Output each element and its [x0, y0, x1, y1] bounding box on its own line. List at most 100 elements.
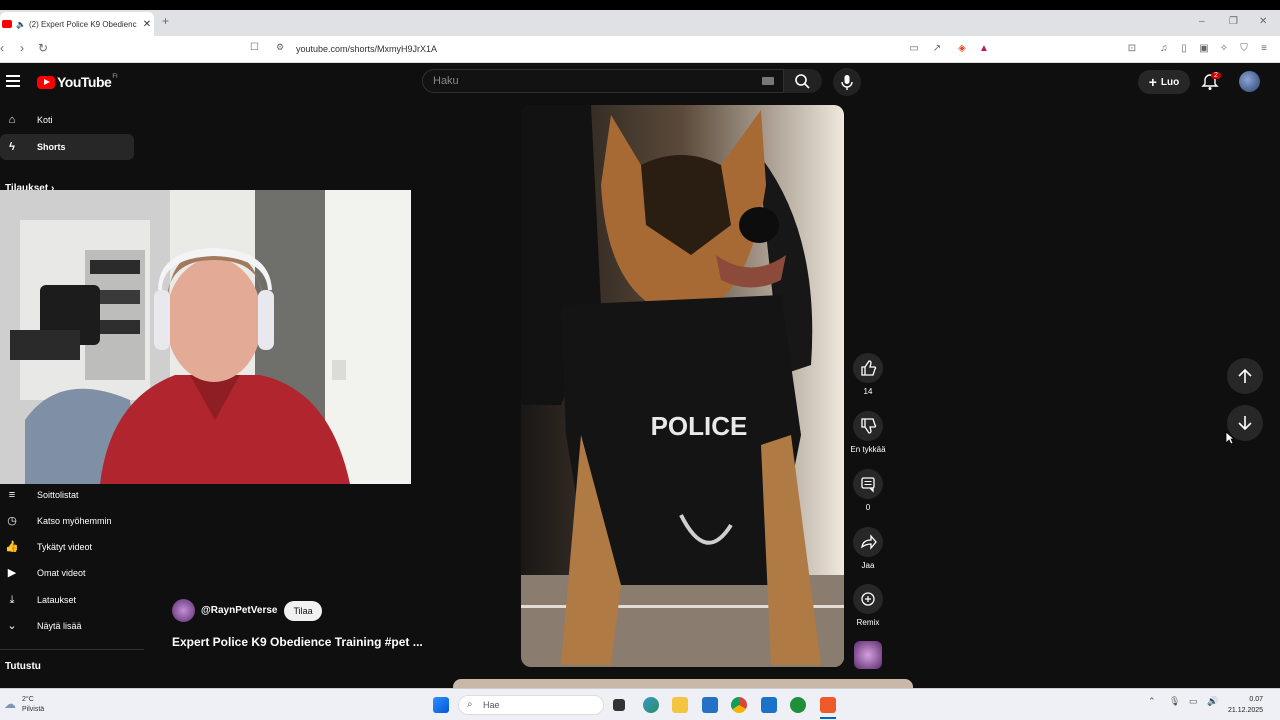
sidebar-divider [0, 649, 144, 650]
windows-start-icon[interactable] [433, 697, 449, 713]
channel-name[interactable]: @RaynPetVerse [201, 605, 277, 616]
taskbar-search[interactable]: ⌕ Hae [458, 695, 604, 715]
outlook-icon[interactable] [761, 697, 777, 713]
screenshot-icon[interactable]: ⊡ [1126, 43, 1138, 55]
sidebar-item-downloads[interactable]: ⤓ Lataukset [0, 587, 134, 613]
sidebar-item-home[interactable]: ⌂ Koti [0, 107, 134, 133]
back-icon[interactable]: ‹ [0, 41, 4, 55]
download-icon: ⤓ [9, 594, 15, 606]
store-icon[interactable] [702, 697, 718, 713]
vpn-icon[interactable]: ⛉ [1238, 43, 1250, 55]
voice-search-button[interactable] [833, 68, 861, 96]
youtube-logo[interactable]: YouTube FI [37, 74, 118, 90]
close-window-icon[interactable]: ✕ [1259, 16, 1267, 27]
leo-ai-icon[interactable]: ✧ [1218, 43, 1230, 55]
next-short-preview[interactable] [453, 679, 913, 688]
comment-count: 0 [865, 503, 871, 512]
sidebar-item-label: Katso myöhemmin [37, 516, 112, 526]
volume-icon[interactable]: 🔊 [1207, 696, 1218, 707]
xbox-app-icon[interactable] [790, 697, 806, 713]
sidebar-item-show-more[interactable]: ⌄ Näytä lisää [0, 613, 134, 639]
youtube-favicon-icon [2, 20, 12, 28]
share-icon[interactable] [853, 527, 883, 557]
short-video-frame: POLICE [521, 105, 844, 667]
sidebar-toggle-icon[interactable]: ▯ [1178, 43, 1190, 55]
taskbar-search-label: Hae [483, 700, 500, 710]
speaker-icon[interactable]: 🔈 [16, 20, 26, 29]
brave-shields-icon[interactable]: ◈ [956, 43, 968, 55]
webcam-feed-image [0, 190, 411, 484]
sidebar-item-your-videos[interactable]: ▶ Omat videot [0, 560, 134, 586]
file-explorer-icon[interactable] [672, 697, 688, 713]
tab-title: (2) Expert Police K9 Obedienc [28, 19, 137, 29]
thumbs-up-icon: 👍 [5, 541, 19, 553]
chrome-icon[interactable] [731, 697, 747, 713]
dislike-action[interactable]: En tykkää [848, 411, 888, 454]
browser-menu-icon[interactable]: ≡ [1258, 43, 1270, 55]
edge-icon[interactable] [643, 697, 659, 713]
active-app-indicator [820, 717, 836, 719]
media-icon[interactable]: ♫ [1158, 43, 1170, 55]
windows-taskbar: ☁ 2°C Pilvistä ⌕ Hae ⌃ 🎙 ▭ 🔊 0.07 21.12.… [0, 688, 1280, 720]
short-title[interactable]: Expert Police K9 Obedience Training #pet… [172, 635, 423, 649]
sidebar-item-shorts[interactable]: ϟ Shorts [0, 134, 134, 160]
task-view-icon[interactable] [613, 699, 625, 711]
wallet-icon[interactable]: ▣ [1198, 43, 1210, 55]
restore-icon[interactable]: ❐ [1229, 16, 1238, 27]
weather-widget[interactable]: 2°C Pilvistä [22, 695, 44, 715]
short-video-player[interactable]: POLICE [521, 105, 844, 667]
channel-info: @RaynPetVerse Tilaa [172, 599, 322, 622]
like-action[interactable]: 14 [848, 353, 888, 396]
thumbs-up-icon[interactable] [853, 353, 883, 383]
new-tab-button[interactable]: + [162, 14, 169, 28]
show-hidden-icons-icon[interactable]: ⌃ [1148, 696, 1156, 707]
weather-desc: Pilvistä [22, 706, 45, 713]
sidebar-item-label: Shorts [37, 142, 66, 152]
thumbs-down-icon[interactable] [853, 411, 883, 441]
brave-rewards-icon[interactable]: ▲ [978, 43, 990, 55]
address-bar[interactable]: ☐ ⚙ youtube.com/shorts/MxmyH9JrX1A [246, 39, 996, 59]
reload-icon[interactable]: ↻ [38, 41, 48, 55]
forward-icon[interactable]: › [20, 41, 24, 55]
sidebar-item-watch-later[interactable]: ◷ Katso myöhemmin [0, 508, 134, 534]
site-info-icon[interactable]: ⚙ [276, 42, 284, 53]
cast-icon[interactable]: ▭ [908, 43, 920, 55]
search-button[interactable] [784, 69, 822, 93]
youtube-app: YouTube FI Haku + Luo 2 ⌂ Koti ϟ Shorts … [0, 63, 1280, 688]
sidebar-item-liked-videos[interactable]: 👍 Tykätyt videot [0, 534, 134, 560]
system-clock[interactable]: 0.07 21.12.2025 [1228, 694, 1263, 716]
microphone-icon[interactable]: 🎙 [1169, 696, 1180, 707]
create-button[interactable]: + Luo [1138, 70, 1190, 94]
brave-browser-icon[interactable] [820, 697, 836, 713]
subscribe-button[interactable]: Tilaa [284, 600, 322, 621]
police-vest-text: POLICE [651, 411, 748, 441]
url-text: youtube.com/shorts/MxmyH9JrX1A [296, 44, 438, 54]
clock-date: 21.12.2025 [1228, 707, 1264, 714]
mouse-cursor-icon [1225, 431, 1235, 445]
search-input[interactable]: Haku [422, 69, 784, 93]
hamburger-menu-icon[interactable] [6, 75, 20, 87]
keyboard-icon[interactable] [762, 77, 774, 85]
account-avatar[interactable] [1239, 71, 1260, 92]
share-page-icon[interactable]: ↗ [931, 43, 943, 55]
minimize-icon[interactable]: – [1199, 16, 1205, 27]
video-icon: ▶ [7, 567, 17, 579]
remix-action[interactable]: Remix [848, 584, 888, 627]
display-icon[interactable]: ▭ [1189, 696, 1198, 707]
sidebar-item-playlists[interactable]: ≡ Soittolistat [0, 482, 134, 508]
share-action[interactable]: Jaa [848, 527, 888, 570]
chevron-down-icon: ⌄ [7, 620, 17, 632]
remix-icon[interactable] [853, 584, 883, 614]
comment-icon[interactable] [853, 469, 883, 499]
previous-short-button[interactable] [1227, 358, 1263, 394]
comments-action[interactable]: 0 [848, 469, 888, 512]
channel-avatar[interactable] [172, 599, 195, 622]
sidebar-item-label: Tykätyt videot [37, 542, 93, 552]
bookmark-icon[interactable]: ☐ [250, 42, 259, 53]
playlist-icon: ≡ [8, 489, 16, 501]
browser-tab-active[interactable]: 🔈 (2) Expert Police K9 Obedienc ✕ [0, 12, 154, 36]
close-tab-icon[interactable]: ✕ [140, 19, 154, 30]
arrow-up-icon [1238, 368, 1252, 383]
sound-channel-avatar[interactable] [854, 641, 882, 669]
sidebar-item-label: Koti [37, 115, 53, 125]
